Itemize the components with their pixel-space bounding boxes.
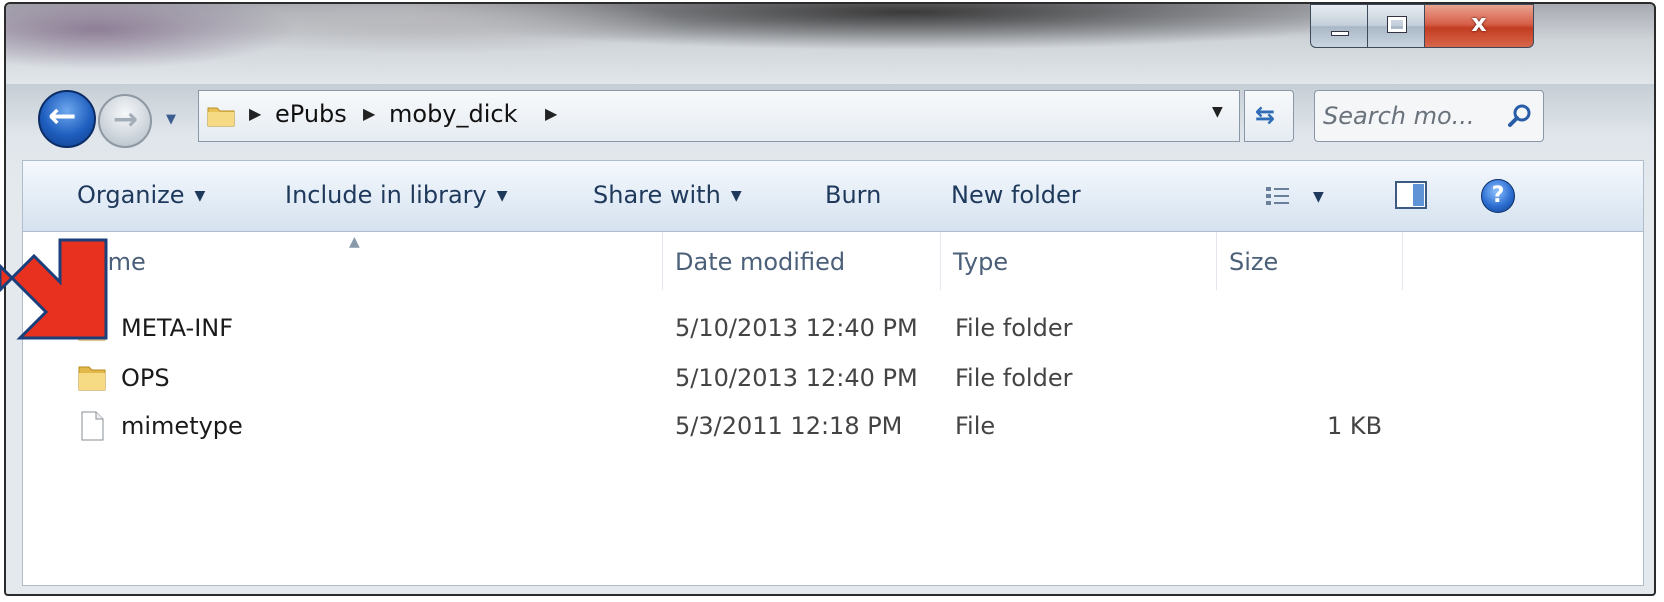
file-row-mimetype[interactable]: mimetype 5/3/2011 12:18 PM File 1 KB: [23, 402, 1643, 450]
file-size: 1 KB: [1327, 412, 1383, 440]
file-name[interactable]: mimetype: [121, 402, 243, 450]
file-date: 5/10/2013 12:40 PM: [675, 314, 918, 342]
close-icon: x: [1471, 9, 1487, 37]
address-history-dropdown-icon[interactable]: ▼: [1212, 104, 1232, 124]
breadcrumb-separator-icon[interactable]: ▶: [363, 104, 375, 123]
share-with-button[interactable]: Share with ▼: [593, 181, 742, 209]
file-icon: [81, 411, 104, 441]
file-name[interactable]: META-INF: [121, 304, 233, 352]
column-header-size[interactable]: Size: [1217, 232, 1403, 290]
organize-label: Organize: [77, 181, 185, 209]
folder-icon: [78, 366, 106, 391]
recent-pages-dropdown-icon[interactable]: ▼: [166, 112, 182, 128]
file-name[interactable]: OPS: [121, 354, 170, 402]
breadcrumb-epubs[interactable]: ePubs: [275, 100, 347, 128]
folder-icon: [207, 107, 235, 127]
explorer-window: x ← → ▼ ▶ ePubs ▶ moby_dick ▶ ▼ ⇆ Organi…: [4, 2, 1656, 596]
minimize-button[interactable]: [1310, 4, 1368, 48]
search-box[interactable]: [1314, 90, 1544, 142]
include-in-library-label: Include in library: [285, 181, 487, 209]
breadcrumb-moby-dick[interactable]: moby_dick: [389, 100, 518, 128]
column-header-type[interactable]: Type: [941, 232, 1217, 290]
help-icon[interactable]: ?: [1481, 179, 1515, 213]
breadcrumb-separator-icon[interactable]: ▶: [545, 104, 557, 123]
new-folder-button[interactable]: New folder: [951, 181, 1081, 209]
breadcrumb-separator-icon[interactable]: ▶: [249, 104, 261, 123]
chevron-down-icon: ▼: [496, 188, 508, 204]
command-bar: Organize ▼ Include in library ▼ Share with…: [22, 160, 1644, 232]
minimize-icon: [1331, 31, 1349, 36]
chevron-down-icon: ▼: [194, 188, 206, 204]
burn-button[interactable]: Burn: [825, 181, 881, 209]
file-type: File folder: [955, 364, 1073, 392]
change-view-icon[interactable]: [1265, 185, 1291, 207]
file-date: 5/3/2011 12:18 PM: [675, 412, 903, 440]
annotation-arrow-icon: [0, 238, 108, 340]
column-headers: Name ▲ Date modified Type Size: [23, 232, 1643, 290]
view-options-dropdown-icon[interactable]: ▼: [1313, 189, 1324, 205]
forward-button[interactable]: →: [98, 94, 152, 148]
file-date: 5/10/2013 12:40 PM: [675, 364, 918, 392]
file-list-pane[interactable]: Name ▲ Date modified Type Size META-INF …: [22, 232, 1644, 586]
refresh-icon: ⇆: [1255, 101, 1276, 129]
address-bar[interactable]: ▶ ePubs ▶ moby_dick ▶: [198, 90, 1240, 142]
forward-arrow-icon: →: [113, 102, 139, 137]
file-type: File: [955, 412, 996, 440]
file-row-ops[interactable]: OPS 5/10/2013 12:40 PM File folder: [23, 354, 1643, 402]
organize-button[interactable]: Organize ▼: [77, 181, 205, 209]
chevron-down-icon: ▼: [730, 188, 742, 204]
column-header-name[interactable]: Name: [63, 232, 663, 290]
maximize-icon: [1387, 16, 1407, 33]
search-input[interactable]: [1323, 99, 1493, 133]
file-row-meta-inf[interactable]: META-INF 5/10/2013 12:40 PM File folder: [23, 304, 1643, 352]
maximize-button[interactable]: [1367, 4, 1425, 48]
close-button[interactable]: x: [1424, 4, 1534, 48]
sort-ascending-icon: ▲: [349, 234, 360, 250]
back-button[interactable]: ←: [38, 90, 96, 148]
back-arrow-icon: ←: [48, 96, 77, 136]
refresh-button[interactable]: ⇆: [1244, 90, 1294, 142]
search-icon[interactable]: [1507, 103, 1533, 129]
column-header-date-modified[interactable]: Date modified: [663, 232, 941, 290]
share-with-label: Share with: [593, 181, 721, 209]
file-type: File folder: [955, 314, 1073, 342]
include-in-library-button[interactable]: Include in library ▼: [285, 181, 508, 209]
preview-pane-icon[interactable]: [1395, 181, 1427, 209]
